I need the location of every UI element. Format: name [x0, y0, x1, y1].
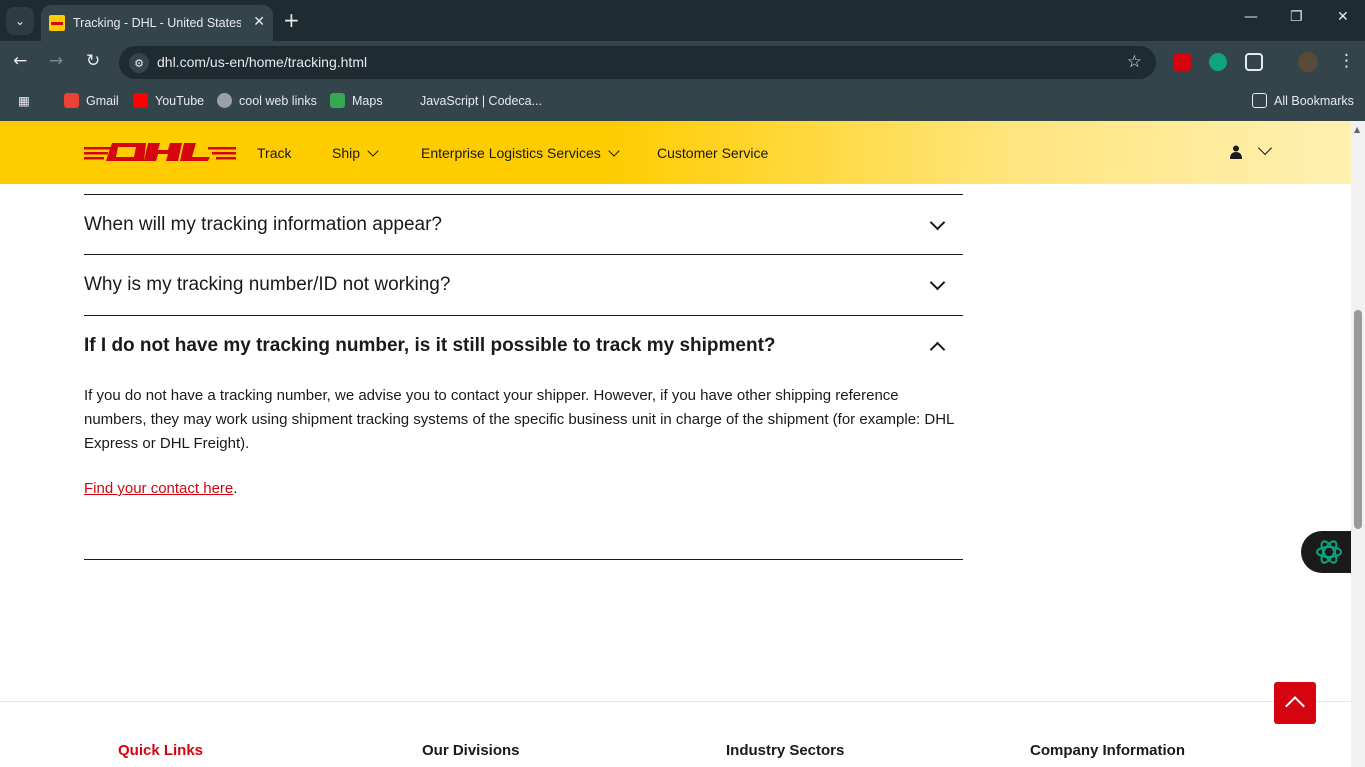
gmail-icon	[64, 93, 79, 108]
footer-quick-links[interactable]: Quick Links	[118, 742, 203, 759]
close-window-icon[interactable]: ✕	[1337, 9, 1349, 25]
chevron-down-icon	[929, 274, 946, 291]
faq-question: When will my tracking information appear…	[84, 214, 442, 235]
nav-track-label: Track	[257, 145, 292, 161]
bookmark-star-icon[interactable]: ☆	[1127, 52, 1142, 72]
chat-assistant-button[interactable]	[1301, 531, 1351, 573]
site-info-icon[interactable]: ⚙	[129, 53, 149, 73]
bookmark-gmail[interactable]: Gmail	[64, 93, 119, 108]
bookmark-label: Gmail	[86, 93, 119, 108]
footer-industry-sectors[interactable]: Industry Sectors	[726, 742, 844, 759]
page-scrollbar[interactable]: ▲	[1351, 121, 1365, 767]
faq-item[interactable]: Why is my tracking number/ID not working…	[84, 255, 963, 316]
bookmark-label: YouTube	[155, 93, 205, 108]
nav-enterprise-label: Enterprise Logistics Services	[421, 145, 601, 161]
tab-title: Tracking - DHL - United States of Americ…	[73, 16, 241, 30]
scrollbar-thumb[interactable]	[1354, 310, 1362, 529]
restore-icon[interactable]: ❐	[1290, 9, 1303, 25]
faq-contact: Find your contact here.	[84, 480, 237, 497]
find-contact-link[interactable]: Find your contact here	[84, 480, 233, 497]
chevron-down-icon	[608, 145, 620, 157]
minimize-icon[interactable]: —	[1244, 9, 1258, 25]
user-menu-chevron-icon[interactable]	[1257, 140, 1273, 156]
dhl-logo[interactable]	[84, 141, 236, 163]
tab-bar: ⌄ Tracking - DHL - United States of Amer…	[0, 0, 1365, 41]
back-to-top-button[interactable]	[1274, 682, 1316, 724]
forward-icon[interactable]: →	[49, 51, 63, 71]
nav-customer-service[interactable]: Customer Service	[657, 145, 768, 161]
bookmark-youtube[interactable]: YouTube	[133, 93, 204, 108]
bookmark-cool-web-links[interactable]: cool web links	[217, 93, 317, 108]
site-footer: Quick Links Our Divisions Industry Secto…	[0, 701, 1351, 767]
nav-enterprise-logistics[interactable]: Enterprise Logistics Services	[421, 145, 620, 161]
faq-question: Why is my tracking number/ID not working…	[84, 274, 451, 295]
nav-ship[interactable]: Ship	[332, 145, 379, 161]
faq-answer: If you do not have a tracking number, we…	[84, 387, 954, 452]
apps-grid-icon[interactable]: ▦	[18, 93, 30, 108]
active-tab[interactable]: Tracking - DHL - United States of Americ…	[41, 5, 273, 41]
browser-toolbar: ← → ↻ ⚙ dhl.com/us-en/home/tracking.html…	[0, 41, 1365, 85]
avatar[interactable]	[1298, 52, 1318, 72]
browser-menu-icon[interactable]: ⋮	[1338, 51, 1355, 71]
url-text[interactable]: dhl.com/us-en/home/tracking.html	[157, 54, 367, 70]
footer-company-information[interactable]: Company Information	[1030, 742, 1185, 759]
nav-track[interactable]: Track	[257, 145, 291, 161]
back-icon[interactable]: ←	[13, 51, 27, 71]
codecademy-icon	[398, 93, 413, 108]
tab-close-icon[interactable]: ✕	[253, 14, 265, 30]
user-icon[interactable]	[1230, 145, 1242, 159]
site-header: Track Ship Enterprise Logistics Services…	[0, 121, 1351, 184]
all-bookmarks-label: All Bookmarks	[1274, 93, 1354, 108]
globe-icon	[217, 93, 232, 108]
dhl-favicon-icon	[49, 15, 65, 31]
bookmark-codecademy[interactable]: JavaScript | Codeca...	[398, 93, 542, 108]
tab-search-icon[interactable]: ⌄	[6, 7, 34, 35]
bookmark-label: Maps	[352, 93, 383, 108]
footer-our-divisions[interactable]: Our Divisions	[422, 742, 520, 759]
nav-ship-label: Ship	[332, 145, 361, 161]
address-bar[interactable]: ⚙ dhl.com/us-en/home/tracking.html ☆	[119, 46, 1156, 79]
faq-item-expanded[interactable]: If I do not have my tracking number, is …	[84, 316, 963, 377]
faq-divider	[84, 559, 963, 560]
bookmarks-bar: ▦ Gmail YouTube cool web links Maps Java…	[0, 85, 1365, 121]
folder-icon	[1252, 93, 1267, 108]
youtube-icon	[133, 93, 148, 108]
extension-chatgpt-icon[interactable]	[1209, 53, 1227, 71]
extensions-puzzle-icon[interactable]	[1245, 53, 1263, 71]
new-tab-icon[interactable]: +	[283, 8, 300, 32]
bookmark-label: cool web links	[239, 93, 317, 108]
faq-item[interactable]: When will my tracking information appear…	[84, 194, 963, 255]
openai-icon	[1316, 540, 1342, 564]
maps-icon	[330, 93, 345, 108]
reload-icon[interactable]: ↻	[86, 51, 100, 71]
faq-question: If I do not have my tracking number, is …	[84, 335, 776, 356]
chevron-up-icon	[929, 341, 946, 358]
contact-suffix: .	[233, 480, 238, 497]
bookmark-label: JavaScript | Codeca...	[420, 93, 543, 108]
scroll-up-icon[interactable]: ▲	[1354, 125, 1360, 134]
nav-customer-service-label: Customer Service	[657, 145, 769, 161]
page-viewport: Track Ship Enterprise Logistics Services…	[0, 121, 1351, 767]
bookmark-maps[interactable]: Maps	[330, 93, 383, 108]
browser-chrome: ⌄ Tracking - DHL - United States of Amer…	[0, 0, 1365, 121]
chevron-down-icon	[929, 214, 946, 231]
chevron-down-icon	[367, 145, 379, 157]
extension-red-icon[interactable]	[1173, 53, 1191, 71]
all-bookmarks[interactable]: All Bookmarks	[1252, 93, 1354, 108]
